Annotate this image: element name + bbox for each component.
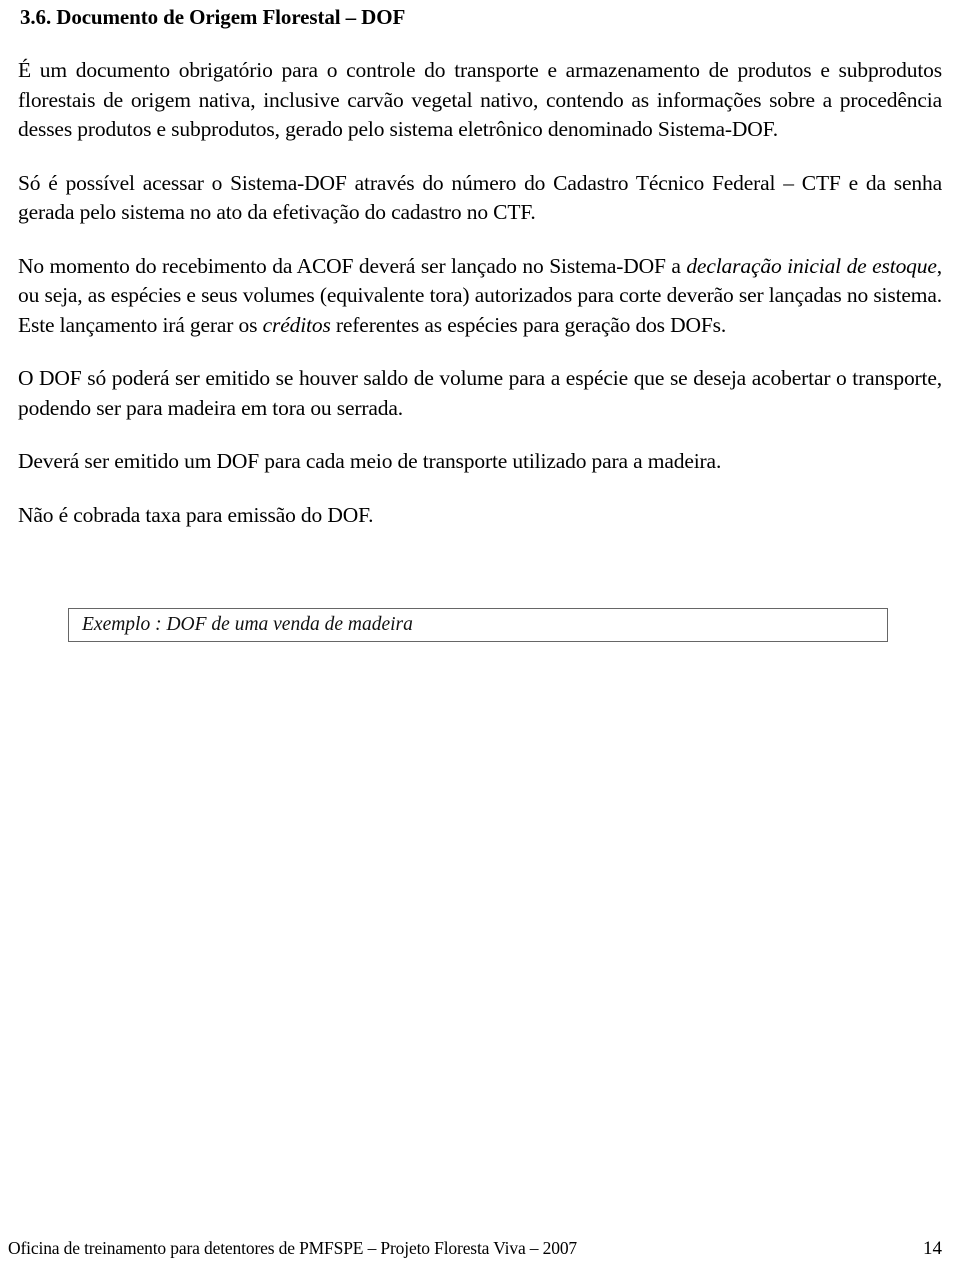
page-number: 14 [923, 1238, 942, 1259]
paragraph-fee: Não é cobrada taxa para emissão do DOF. [18, 502, 374, 527]
document-page: 3.6. Documento de Origem Florestal – DOF… [0, 0, 960, 1275]
footer-course-label: Oficina de treinamento para detentores d… [8, 1238, 578, 1258]
paragraph-transport: Deverá ser emitido um DOF para cada meio… [18, 449, 722, 473]
page-footer: Oficina de treinamento para detentores d… [8, 1237, 952, 1261]
paragraph-access: Só é possível acessar o Sistema-DOF atra… [18, 170, 942, 225]
paragraph-declaration-emphasis-2: créditos [262, 312, 331, 337]
paragraph-declaration-text-1: No momento do recebimento da ACOF deverá… [18, 253, 687, 278]
paragraph-definition: É um documento obrigatório para o contro… [18, 58, 942, 141]
section-heading: 3.6. Documento de Origem Florestal – DOF [20, 5, 406, 29]
paragraph-declaration: No momento do recebimento da ACOF deverá… [18, 252, 942, 341]
paragraph-declaration-emphasis-1: declaração inicial de estoque [686, 253, 937, 278]
example-callout-label: Exemplo : DOF de uma venda de madeira [82, 614, 413, 635]
paragraph-balance: O DOF só poderá ser emitido se houver sa… [18, 366, 942, 420]
paragraph-declaration-text-3: referentes as espécies para geração dos … [330, 312, 727, 337]
document-body: 3.6. Documento de Origem Florestal – DOF… [18, 0, 942, 530]
example-callout-box: Exemplo : DOF de uma venda de madeira [68, 608, 888, 642]
